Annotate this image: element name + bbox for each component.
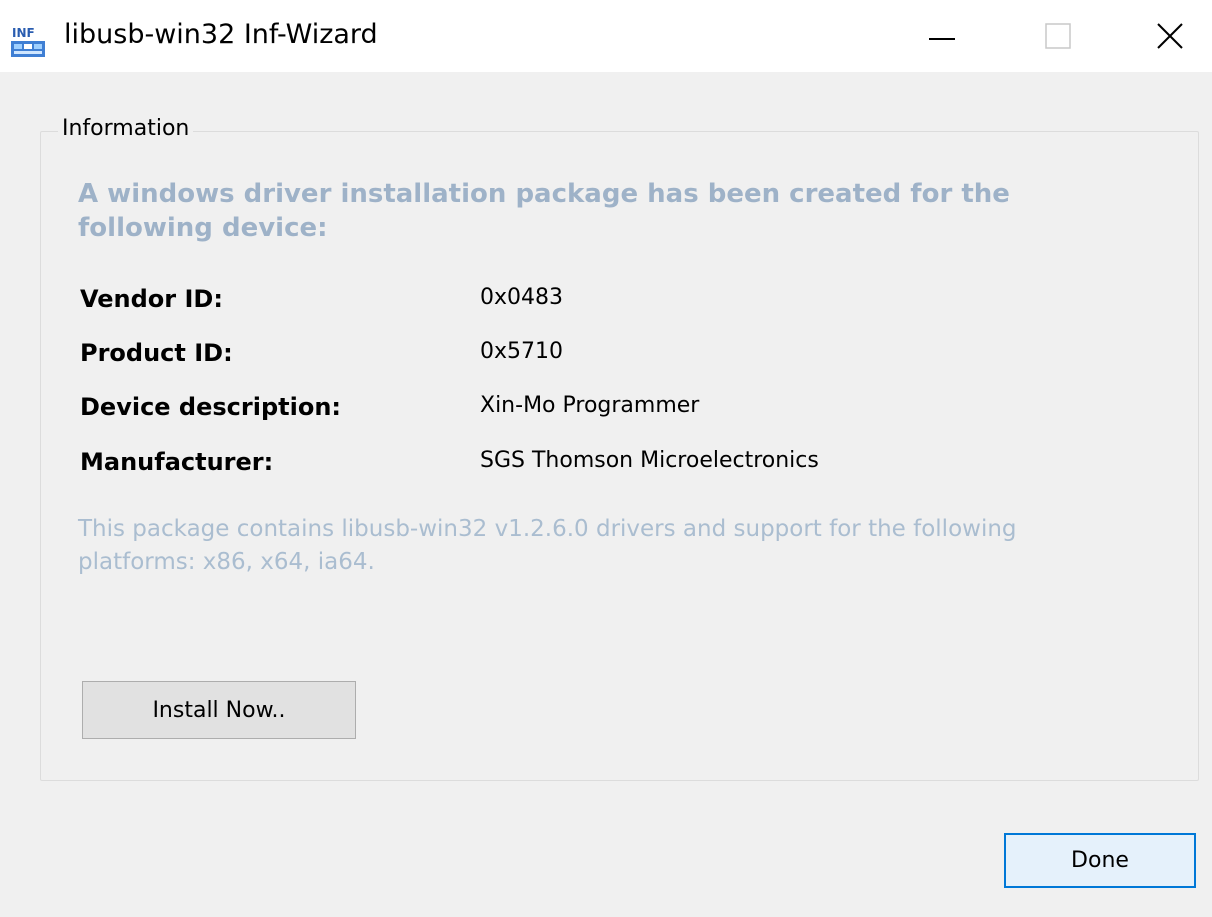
info-heading: A windows driver installation package ha… — [78, 179, 1010, 243]
device-description-label: Device description: — [80, 393, 342, 421]
svg-text:INF: INF — [12, 26, 35, 40]
inf-wizard-window: INF libusb-win32 Inf-Wizard Information … — [0, 0, 1212, 917]
maximize-button[interactable] — [1014, 0, 1102, 72]
product-id-label: Product ID: — [80, 339, 233, 367]
title-bar[interactable]: INF libusb-win32 Inf-Wizard — [0, 0, 1212, 72]
device-description-value: Xin-Mo Programmer — [480, 393, 700, 418]
vendor-id-value: 0x0483 — [480, 285, 564, 310]
vendor-id-label: Vendor ID: — [80, 285, 223, 313]
install-now-button[interactable]: Install Now.. — [82, 681, 356, 739]
manufacturer-value: SGS Thomson Microelectronics — [480, 448, 819, 473]
manufacturer-label: Manufacturer: — [80, 448, 274, 476]
close-button[interactable] — [1126, 0, 1212, 72]
package-note: This package contains libusb-win32 v1.2.… — [78, 516, 1017, 575]
maximize-icon — [1045, 23, 1071, 49]
minimize-button[interactable] — [898, 0, 986, 72]
product-id-value: 0x5710 — [480, 339, 564, 364]
inf-icon: INF — [10, 24, 46, 58]
close-icon — [1157, 23, 1183, 49]
minimize-icon — [929, 38, 955, 40]
window-title: libusb-win32 Inf-Wizard — [64, 19, 378, 50]
groupbox-legend: Information — [58, 116, 194, 141]
done-button[interactable]: Done — [1004, 833, 1196, 888]
